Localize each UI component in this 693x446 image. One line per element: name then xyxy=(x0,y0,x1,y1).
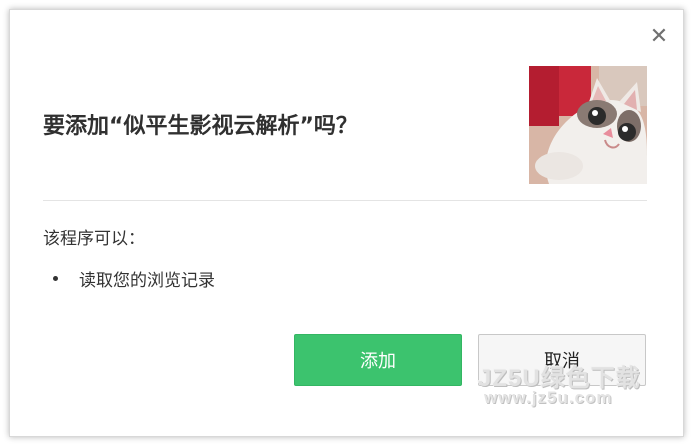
permission-item: 读取您的浏览记录 xyxy=(53,266,215,291)
add-button[interactable]: 添加 xyxy=(294,334,462,386)
dialog-title: 要添加“似平生影视云解析”吗？ xyxy=(43,114,358,139)
add-extension-dialog: ✕ 要添加“似平生影视云解析”吗？ 该程序可以： 读取您的浏览记录 添加 取消 xyxy=(9,9,684,437)
permissions-list: 读取您的浏览记录 xyxy=(53,266,215,291)
permission-label: 读取您的浏览记录 xyxy=(79,271,215,291)
close-icon[interactable]: ✕ xyxy=(648,26,670,48)
permissions-heading: 该程序可以： xyxy=(43,229,145,249)
divider xyxy=(43,200,647,201)
extension-image xyxy=(529,66,647,184)
bullet-icon xyxy=(53,276,58,281)
screenshot-stage: ✕ 要添加“似平生影视云解析”吗？ 该程序可以： 读取您的浏览记录 添加 取消 … xyxy=(0,0,693,446)
cancel-button[interactable]: 取消 xyxy=(478,334,646,386)
